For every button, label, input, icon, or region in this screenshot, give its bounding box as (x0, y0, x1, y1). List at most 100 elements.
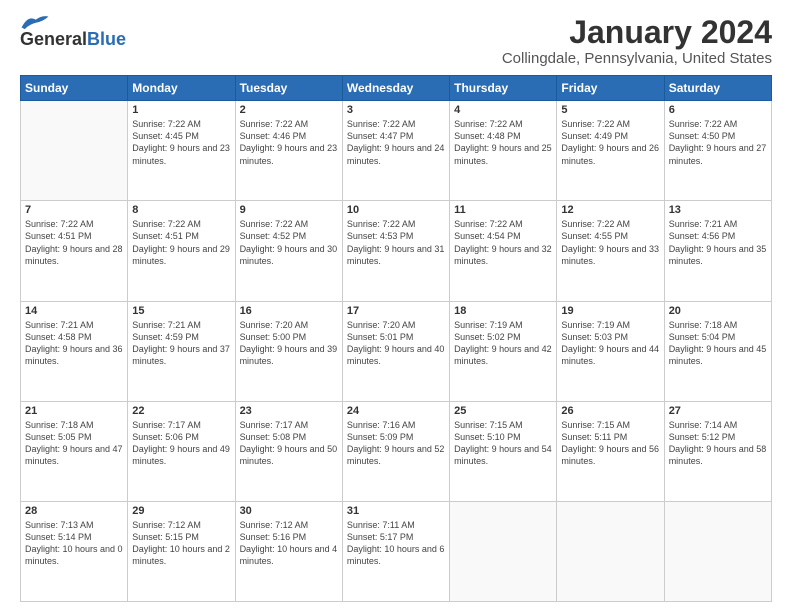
day-info: Sunrise: 7:16 AM Sunset: 5:09 PM Dayligh… (347, 419, 445, 468)
calendar-cell: 11 Sunrise: 7:22 AM Sunset: 4:54 PM Dayli… (450, 201, 557, 301)
day-info: Sunrise: 7:15 AM Sunset: 5:10 PM Dayligh… (454, 419, 552, 468)
day-info: Sunrise: 7:17 AM Sunset: 5:08 PM Dayligh… (240, 419, 338, 468)
day-number: 17 (347, 305, 445, 317)
day-number: 24 (347, 405, 445, 417)
day-number: 18 (454, 305, 552, 317)
day-header-tuesday: Tuesday (235, 76, 342, 101)
day-info: Sunrise: 7:22 AM Sunset: 4:52 PM Dayligh… (240, 218, 338, 267)
day-number: 26 (561, 405, 659, 417)
calendar-cell: 9 Sunrise: 7:22 AM Sunset: 4:52 PM Daylig… (235, 201, 342, 301)
calendar-cell: 26Sunrise: 7:15 AM Sunset: 5:11 PM Dayli… (557, 401, 664, 501)
day-number: 3 (347, 104, 445, 116)
calendar-subtitle: Collingdale, Pennsylvania, United States (502, 50, 772, 67)
calendar-cell: 22 Sunrise: 7:17 AM Sunset: 5:06 PM Dayli… (128, 401, 235, 501)
calendar-cell: 19 Sunrise: 7:19 AM Sunset: 5:03 PM Dayli… (557, 301, 664, 401)
calendar-cell: 13Sunrise: 7:21 AM Sunset: 4:56 PM Dayli… (664, 201, 771, 301)
calendar-cell: 27Sunrise: 7:14 AM Sunset: 5:12 PM Dayli… (664, 401, 771, 501)
calendar-cell: 17 Sunrise: 7:20 AM Sunset: 5:01 PM Dayli… (342, 301, 449, 401)
calendar-week-row: 7 Sunrise: 7:22 AM Sunset: 4:51 PM Daylig… (21, 201, 772, 301)
day-number: 12 (561, 204, 659, 216)
calendar-header-row: SundayMondayTuesdayWednesdayThursdayFrid… (21, 76, 772, 101)
calendar-cell: 8Sunrise: 7:22 AM Sunset: 4:51 PM Daylig… (128, 201, 235, 301)
day-header-thursday: Thursday (450, 76, 557, 101)
day-info: Sunrise: 7:18 AM Sunset: 5:05 PM Dayligh… (25, 419, 123, 468)
logo-blue: Blue (87, 29, 126, 49)
day-info: Sunrise: 7:22 AM Sunset: 4:55 PM Dayligh… (561, 218, 659, 267)
calendar-cell (21, 101, 128, 201)
day-number: 20 (669, 305, 767, 317)
calendar-cell (557, 501, 664, 601)
calendar-cell: 25 Sunrise: 7:15 AM Sunset: 5:10 PM Dayli… (450, 401, 557, 501)
page: GeneralBlue January 2024 Collingdale, Pe… (0, 0, 792, 612)
day-info: Sunrise: 7:18 AM Sunset: 5:04 PM Dayligh… (669, 319, 767, 368)
title-area: January 2024 Collingdale, Pennsylvania, … (502, 15, 772, 67)
calendar-cell: 28Sunrise: 7:13 AM Sunset: 5:14 PM Dayli… (21, 501, 128, 601)
calendar-cell: 21 Sunrise: 7:18 AM Sunset: 5:05 PM Dayli… (21, 401, 128, 501)
day-info: Sunrise: 7:20 AM Sunset: 5:00 PM Dayligh… (240, 319, 338, 368)
logo: GeneralBlue (20, 15, 126, 50)
calendar-cell: 31Sunrise: 7:11 AM Sunset: 5:17 PM Dayli… (342, 501, 449, 601)
day-number: 9 (240, 204, 338, 216)
day-number: 16 (240, 305, 338, 317)
logo-icon (20, 13, 50, 31)
day-number: 19 (561, 305, 659, 317)
calendar-cell: 10Sunrise: 7:22 AM Sunset: 4:53 PM Dayli… (342, 201, 449, 301)
calendar-cell: 15 Sunrise: 7:21 AM Sunset: 4:59 PM Dayli… (128, 301, 235, 401)
calendar-cell: 4Sunrise: 7:22 AM Sunset: 4:48 PM Daylig… (450, 101, 557, 201)
day-info: Sunrise: 7:19 AM Sunset: 5:03 PM Dayligh… (561, 319, 659, 368)
day-info: Sunrise: 7:22 AM Sunset: 4:45 PM Dayligh… (132, 118, 230, 167)
day-number: 30 (240, 505, 338, 517)
day-number: 4 (454, 104, 552, 116)
day-info: Sunrise: 7:22 AM Sunset: 4:53 PM Dayligh… (347, 218, 445, 267)
day-number: 11 (454, 204, 552, 216)
day-number: 15 (132, 305, 230, 317)
day-info: Sunrise: 7:21 AM Sunset: 4:58 PM Dayligh… (25, 319, 123, 368)
day-header-wednesday: Wednesday (342, 76, 449, 101)
calendar-title: January 2024 (502, 15, 772, 50)
day-header-saturday: Saturday (664, 76, 771, 101)
day-number: 2 (240, 104, 338, 116)
calendar-cell: 1Sunrise: 7:22 AM Sunset: 4:45 PM Daylig… (128, 101, 235, 201)
day-number: 21 (25, 405, 123, 417)
header: GeneralBlue January 2024 Collingdale, Pe… (20, 15, 772, 67)
calendar-cell: 30 Sunrise: 7:12 AM Sunset: 5:16 PM Dayli… (235, 501, 342, 601)
day-header-sunday: Sunday (21, 76, 128, 101)
day-number: 6 (669, 104, 767, 116)
day-info: Sunrise: 7:22 AM Sunset: 4:54 PM Dayligh… (454, 218, 552, 267)
day-info: Sunrise: 7:20 AM Sunset: 5:01 PM Dayligh… (347, 319, 445, 368)
day-info: Sunrise: 7:19 AM Sunset: 5:02 PM Dayligh… (454, 319, 552, 368)
day-header-monday: Monday (128, 76, 235, 101)
calendar-cell: 3 Sunrise: 7:22 AM Sunset: 4:47 PM Daylig… (342, 101, 449, 201)
calendar-cell: 20 Sunrise: 7:18 AM Sunset: 5:04 PM Dayli… (664, 301, 771, 401)
day-info: Sunrise: 7:22 AM Sunset: 4:46 PM Dayligh… (240, 118, 338, 167)
day-info: Sunrise: 7:22 AM Sunset: 4:51 PM Dayligh… (25, 218, 123, 267)
day-info: Sunrise: 7:12 AM Sunset: 5:16 PM Dayligh… (240, 519, 338, 568)
day-info: Sunrise: 7:14 AM Sunset: 5:12 PM Dayligh… (669, 419, 767, 468)
day-number: 29 (132, 505, 230, 517)
calendar-week-row: 1Sunrise: 7:22 AM Sunset: 4:45 PM Daylig… (21, 101, 772, 201)
calendar-week-row: 21 Sunrise: 7:18 AM Sunset: 5:05 PM Dayli… (21, 401, 772, 501)
day-number: 14 (25, 305, 123, 317)
calendar-cell: 2 Sunrise: 7:22 AM Sunset: 4:46 PM Daylig… (235, 101, 342, 201)
calendar-cell: 24 Sunrise: 7:16 AM Sunset: 5:09 PM Dayli… (342, 401, 449, 501)
day-number: 28 (25, 505, 123, 517)
day-number: 22 (132, 405, 230, 417)
day-number: 31 (347, 505, 445, 517)
day-info: Sunrise: 7:22 AM Sunset: 4:47 PM Dayligh… (347, 118, 445, 167)
calendar-cell: 12 Sunrise: 7:22 AM Sunset: 4:55 PM Dayli… (557, 201, 664, 301)
day-header-friday: Friday (557, 76, 664, 101)
calendar-cell: 7 Sunrise: 7:22 AM Sunset: 4:51 PM Daylig… (21, 201, 128, 301)
day-info: Sunrise: 7:17 AM Sunset: 5:06 PM Dayligh… (132, 419, 230, 468)
day-number: 5 (561, 104, 659, 116)
calendar-table: SundayMondayTuesdayWednesdayThursdayFrid… (20, 75, 772, 602)
day-number: 7 (25, 204, 123, 216)
day-number: 25 (454, 405, 552, 417)
calendar-cell: 6 Sunrise: 7:22 AM Sunset: 4:50 PM Daylig… (664, 101, 771, 201)
day-info: Sunrise: 7:22 AM Sunset: 4:50 PM Dayligh… (669, 118, 767, 167)
logo-general: General (20, 29, 87, 49)
day-number: 8 (132, 204, 230, 216)
calendar-week-row: 14 Sunrise: 7:21 AM Sunset: 4:58 PM Dayli… (21, 301, 772, 401)
day-info: Sunrise: 7:12 AM Sunset: 5:15 PM Dayligh… (132, 519, 230, 568)
day-number: 13 (669, 204, 767, 216)
day-info: Sunrise: 7:21 AM Sunset: 4:59 PM Dayligh… (132, 319, 230, 368)
